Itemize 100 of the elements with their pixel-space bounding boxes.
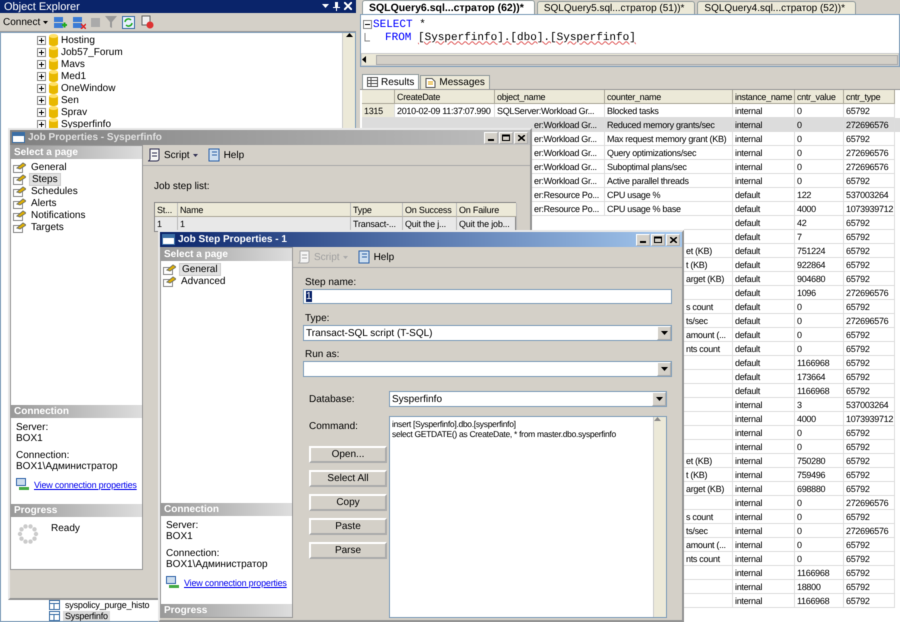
connection-name: BOX1\Администратор: [16, 461, 119, 472]
section-header: Select a page: [11, 146, 142, 159]
field-label: Run as:: [304, 348, 340, 361]
table-cell: default: [733, 286, 795, 300]
table-cell: default: [733, 356, 795, 370]
table-cell: 0: [795, 328, 844, 342]
table-cell: internal: [733, 440, 795, 454]
table-cell: 65792: [844, 370, 895, 384]
table-cell: 0: [795, 426, 844, 440]
connection-label: Connection:: [166, 548, 220, 559]
table-cell: 272696576: [844, 146, 895, 160]
table-cell: 65792: [844, 132, 895, 146]
table-cell: 0: [795, 552, 844, 566]
table-cell: 65792: [844, 174, 895, 188]
table-cell: 1166968: [795, 384, 844, 398]
table-cell: default: [733, 258, 795, 272]
table-cell: 65792: [844, 594, 895, 608]
table-cell: internal: [733, 566, 795, 580]
table-cell: 0: [795, 342, 844, 356]
table-cell: 65792: [844, 244, 895, 258]
panel-title-text: Object Explorer: [4, 0, 80, 12]
table-cell: Suboptimal plans/sec: [605, 160, 733, 174]
table-cell: internal: [733, 398, 795, 412]
table-cell: 173664: [795, 370, 844, 384]
server-label: Server:: [16, 422, 50, 433]
table-cell: 751224: [795, 244, 844, 258]
table-cell: 122: [795, 188, 844, 202]
table-cell: 65792: [844, 538, 895, 552]
table-cell: 0: [795, 538, 844, 552]
window-title: Job Step Properties - 1: [178, 234, 288, 245]
table-cell: 537003264: [844, 398, 895, 412]
code-line: SELECT *: [373, 18, 426, 30]
table-cell: Query optimizations/sec: [605, 146, 733, 160]
table-cell: 4000: [795, 412, 844, 426]
table-cell: internal: [733, 524, 795, 538]
server-name: BOX1: [16, 433, 44, 444]
table-cell: 0: [795, 174, 844, 188]
connection-label: Connection:: [16, 450, 70, 461]
table-cell: default: [733, 342, 795, 356]
table-cell: default: [733, 370, 795, 384]
table-cell: internal: [733, 426, 795, 440]
table-cell: 0: [795, 118, 844, 132]
table-cell: 272696576: [844, 314, 895, 328]
table-cell: 18800: [795, 580, 844, 594]
table-cell: 65792: [844, 300, 895, 314]
table-cell: 3: [795, 398, 844, 412]
table-cell: internal: [733, 174, 795, 188]
table-cell: internal: [733, 132, 795, 146]
table-cell: 65792: [844, 426, 895, 440]
progress-status: Ready: [51, 523, 80, 536]
table-cell: 42: [795, 216, 844, 230]
table-cell: 272696576: [844, 524, 895, 538]
table-cell: internal: [733, 538, 795, 552]
list-label: Job step list:: [154, 181, 211, 192]
table-cell: 65792: [844, 230, 895, 244]
table-cell: 65792: [844, 328, 895, 342]
server-label: Server:: [166, 520, 200, 531]
table-cell: 0: [795, 160, 844, 174]
table-cell: CPU usage % base: [605, 202, 733, 216]
table-cell: internal: [733, 412, 795, 426]
code-line: FROM [Sysperfinfo].[dbo].[Sysperfinfo]: [384, 32, 636, 44]
field-label: Database:: [309, 392, 356, 406]
table-cell: 0: [795, 510, 844, 524]
table-cell: internal: [733, 454, 795, 468]
table-cell: 272696576: [844, 118, 895, 132]
table-cell: Reduced memory grants/sec: [605, 118, 733, 132]
table-cell: 7: [795, 230, 844, 244]
table-cell: internal: [733, 594, 795, 608]
table-cell: 0: [795, 132, 844, 146]
table-cell: default: [733, 188, 795, 202]
table-cell: Active parallel threads: [605, 174, 733, 188]
table-cell: 65792: [844, 580, 895, 594]
section-header: Progress: [161, 604, 292, 617]
table-cell: internal: [733, 468, 795, 482]
table-cell: 0: [795, 524, 844, 538]
table-cell: 65792: [844, 272, 895, 286]
table-cell: 65792: [844, 468, 895, 482]
window-title: Job Properties - Sysperfinfo: [28, 132, 163, 143]
table-cell: default: [733, 216, 795, 230]
table-cell: 922864: [795, 258, 844, 272]
code-line: select GETDATE() as CreateDate, * from master.dbo.sysperfinfo: [392, 429, 617, 439]
table-cell: 0: [795, 146, 844, 160]
table-cell: 65792: [844, 552, 895, 566]
table-cell: 1073939712: [844, 202, 895, 216]
table-cell: 698880: [795, 482, 844, 496]
field-label: Command:: [309, 420, 359, 434]
table-cell: 65792: [844, 258, 895, 272]
table-cell: default: [733, 230, 795, 244]
table-cell: 272696576: [844, 496, 895, 510]
table-cell: 0: [795, 300, 844, 314]
table-cell: 272696576: [844, 286, 895, 300]
row-number: 1315: [362, 104, 395, 118]
field-label: Step name:: [304, 276, 358, 289]
table-cell: internal: [733, 118, 795, 132]
table-cell: internal: [733, 580, 795, 594]
table-cell: 65792: [844, 384, 895, 398]
connection-name: BOX1\Администратор: [166, 559, 269, 570]
code-line: insert [Sysperfinfo].dbo.[sysperfinfo]: [392, 419, 517, 429]
section-header: Connection: [161, 503, 292, 516]
section-header: Connection: [11, 405, 142, 418]
